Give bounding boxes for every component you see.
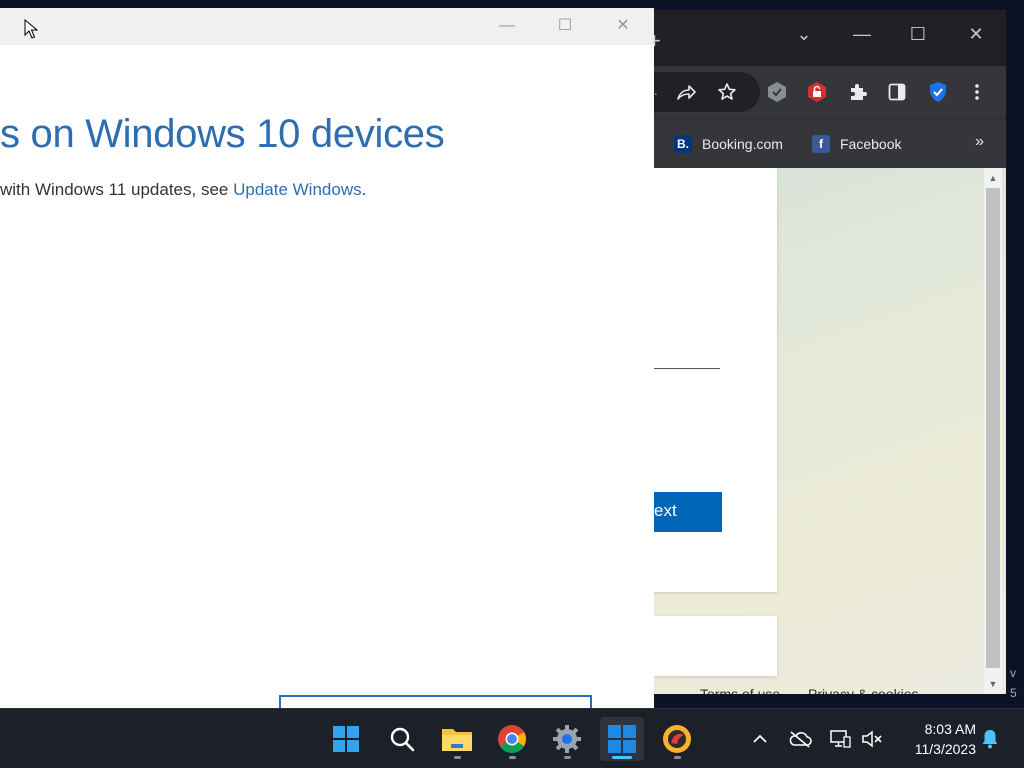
clock[interactable]: 8:03 AM 11/3/2023 [894, 719, 976, 759]
search-icon [390, 727, 415, 752]
more-options-button[interactable]: ... [948, 686, 963, 694]
running-indicator [454, 756, 461, 759]
bookmark-label: Booking.com [702, 136, 783, 152]
avast-icon [663, 725, 691, 753]
taskbar: 8:03 AM 11/3/2023 [0, 708, 1024, 768]
browser-toolbar: .. [630, 66, 1006, 118]
gear-icon [553, 725, 581, 753]
tab-search-button[interactable]: ⌄ [784, 22, 824, 46]
subtext-suffix: . [361, 180, 367, 199]
bookmarks-overflow-button[interactable]: » [975, 133, 984, 151]
browser-titlebar: + ⌄ — ☐ ✕ [630, 10, 1006, 66]
onedrive-button[interactable] [788, 727, 812, 751]
taskbar-file-explorer[interactable] [435, 717, 479, 761]
window-maximize-button[interactable]: ☐ [542, 14, 588, 38]
network-button[interactable] [828, 727, 852, 751]
page-scrollbar[interactable]: ▲ ▼ [984, 168, 1002, 694]
running-indicator [674, 756, 681, 759]
window-minimize-button[interactable]: — [484, 14, 530, 38]
browser-close-button[interactable]: ✕ [956, 22, 996, 46]
running-indicator [509, 756, 516, 759]
clock-date: 11/3/2023 [914, 741, 976, 757]
scroll-up-arrow[interactable]: ▲ [984, 170, 1002, 186]
next-button-label: ext [654, 501, 677, 520]
outline-button[interactable] [279, 695, 592, 708]
extension-shield-icon[interactable] [763, 78, 791, 106]
subtext-prefix: with Windows 11 updates, see [0, 180, 234, 199]
terms-link[interactable]: Terms of use [700, 686, 780, 694]
security-shield-icon[interactable] [924, 78, 952, 106]
bookmark-facebook[interactable]: f Facebook [812, 133, 901, 155]
browser-page: ext Terms of use Privacy & cookies ... ▲… [630, 168, 1006, 694]
taskbar-avast[interactable] [655, 717, 699, 761]
volume-muted-icon [862, 730, 882, 748]
chrome-icon [498, 725, 526, 753]
taskbar-settings[interactable] [545, 717, 589, 761]
side-panel-icon[interactable] [883, 78, 911, 106]
page-subtext: with Windows 11 updates, see Update Wind… [0, 180, 366, 200]
update-windows-link[interactable]: Update Windows [233, 180, 362, 199]
privacy-link[interactable]: Privacy & cookies [808, 686, 918, 694]
start-button[interactable] [324, 717, 368, 761]
folder-icon [442, 729, 472, 751]
bookmark-star-icon[interactable] [713, 78, 741, 106]
update-help-window: — ☐ ✕ s on Windows 10 devices with Windo… [0, 8, 654, 708]
extensions-puzzle-icon[interactable] [844, 78, 872, 106]
cloud-offline-icon [789, 731, 812, 748]
windows-update-icon [608, 725, 636, 753]
chevron-up-icon [753, 734, 767, 743]
bookmark-booking[interactable]: B. Booking.com [674, 133, 783, 155]
facebook-icon: f [812, 135, 830, 153]
browser-window: + ⌄ — ☐ ✕ .. B. [630, 10, 1006, 694]
booking-icon: B. [674, 135, 692, 153]
bookmark-label: Facebook [840, 136, 902, 152]
window-close-button[interactable]: ✕ [600, 14, 646, 38]
windows-logo-icon [333, 726, 359, 752]
volume-button[interactable] [860, 727, 884, 751]
clock-time: 8:03 AM [924, 721, 976, 737]
taskbar-windows-update[interactable] [600, 717, 644, 761]
window-titlebar: — ☐ ✕ [0, 8, 654, 45]
active-indicator [612, 756, 632, 759]
notifications-button[interactable] [978, 727, 1002, 751]
mouse-cursor-icon [24, 19, 38, 39]
show-hidden-icons-button[interactable] [748, 727, 772, 751]
network-icon [830, 730, 851, 748]
search-button[interactable] [380, 717, 424, 761]
extension-lock-icon[interactable] [803, 78, 831, 106]
taskbar-chrome[interactable] [490, 717, 534, 761]
edge-text-2: 5 [1010, 686, 1017, 700]
bookmarks-bar: B. Booking.com f Facebook » [630, 118, 1006, 168]
bell-icon [982, 730, 998, 749]
browser-menu-icon[interactable] [963, 78, 991, 106]
scroll-down-arrow[interactable]: ▼ [984, 676, 1002, 692]
edge-text-1: v [1010, 666, 1016, 680]
running-indicator [564, 756, 571, 759]
browser-minimize-button[interactable]: — [842, 22, 882, 46]
page-heading: s on Windows 10 devices [0, 112, 445, 156]
share-icon[interactable] [672, 78, 700, 106]
scroll-thumb[interactable] [986, 188, 1000, 668]
browser-maximize-button[interactable]: ☐ [898, 22, 938, 46]
